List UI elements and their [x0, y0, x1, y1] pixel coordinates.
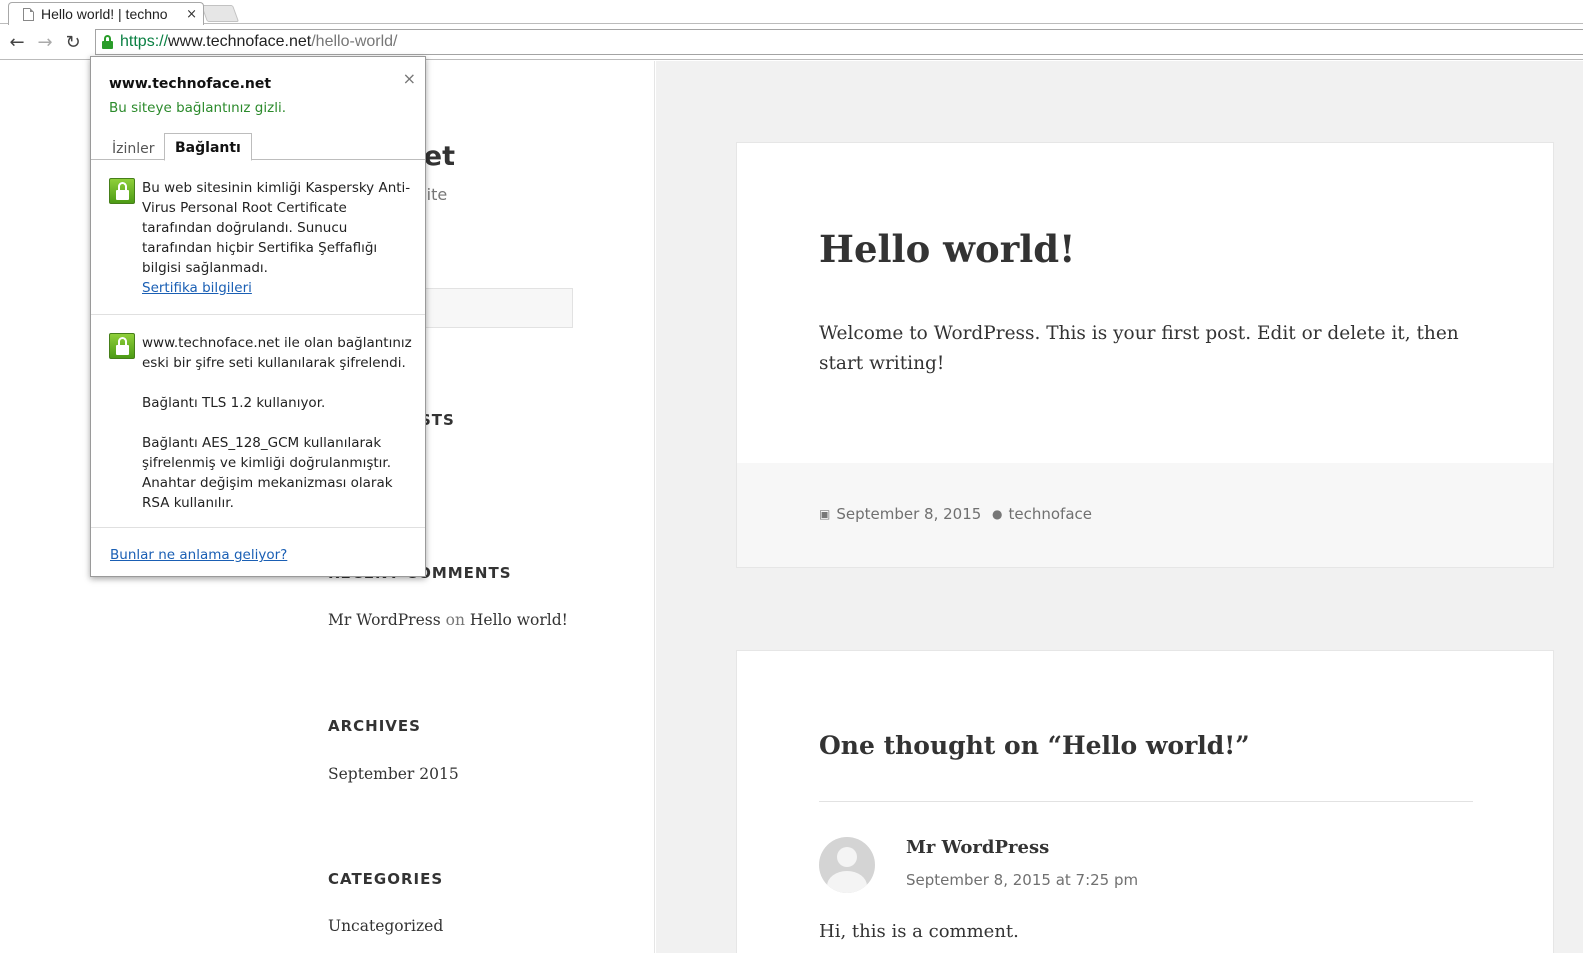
comments-title: One thought on “Hello world!”: [819, 731, 1250, 760]
page-favicon-icon: [23, 7, 34, 21]
lock-icon: [109, 333, 135, 359]
url-host: www.technoface.net: [168, 33, 312, 50]
comment-post-link[interactable]: Hello world!: [470, 611, 568, 629]
forward-button[interactable]: →: [34, 32, 56, 54]
address-bar[interactable]: https:// www.technoface.net /hello-world…: [95, 29, 1583, 55]
comment-author-link[interactable]: Mr WordPress: [328, 611, 441, 629]
browser-toolbar: ← → ↻ https:// www.technoface.net /hello…: [0, 25, 1583, 60]
tab-strip: Hello world! | techno ×: [0, 0, 1583, 25]
post-title[interactable]: Hello world!: [819, 227, 1075, 271]
divider: [819, 801, 1473, 802]
browser-tab[interactable]: Hello world! | techno ×: [8, 2, 204, 25]
tab-title: Hello world! | techno: [41, 6, 168, 22]
tab-permissions[interactable]: İzinler: [112, 141, 155, 157]
tls-text: Bağlantı TLS 1.2 kullanıyor.: [142, 395, 326, 411]
new-tab-button[interactable]: [200, 5, 240, 22]
calendar-icon: ▣: [819, 507, 831, 521]
category-link[interactable]: Uncategorized: [328, 917, 443, 935]
post-date-label: September 8, 2015: [836, 505, 982, 523]
post-card: Hello world! Welcome to WordPress. This …: [736, 142, 1554, 568]
reload-button[interactable]: ↻: [62, 32, 84, 54]
cipher-text: Bağlantı AES_128_GCM kullanılarak şifrel…: [142, 435, 393, 511]
post-footer: ▣ September 8, 2015 ● technoface: [737, 463, 1553, 567]
categories-title: CATEGORIES: [328, 870, 444, 888]
back-button[interactable]: ←: [6, 32, 28, 54]
popup-tabs: İzinler Bağlantı: [91, 133, 425, 161]
lock-icon: [109, 178, 135, 204]
user-icon: ●: [992, 507, 1003, 521]
encryption-info: www.technoface.net ile olan bağlantınız …: [142, 333, 412, 513]
url-path: /hello-world/: [311, 33, 398, 50]
tab-connection[interactable]: Bağlantı: [164, 133, 252, 161]
identity-info: Bu web sitesinin kimliği Kaspersky Anti-…: [142, 178, 412, 298]
comment-text: Hi, this is a comment.: [819, 921, 1019, 942]
comment-on-label: on: [445, 611, 465, 629]
site-info-popup: × www.technoface.net Bu siteye bağlantın…: [90, 56, 426, 577]
identity-text: Bu web sitesinin kimliği Kaspersky Anti-…: [142, 180, 411, 276]
recent-comment-item: Mr WordPress on Hello world!: [328, 611, 568, 629]
archives-title: ARCHIVES: [328, 717, 421, 735]
connection-status: Bu siteye bağlantınız gizli.: [109, 100, 286, 116]
close-icon[interactable]: ×: [403, 69, 416, 88]
secure-lock-icon[interactable]: [102, 35, 113, 49]
help-link[interactable]: Bunlar ne anlama geliyor?: [110, 547, 287, 563]
comment-author[interactable]: Mr WordPress: [906, 837, 1049, 858]
comment-date[interactable]: September 8, 2015 at 7:25 pm: [906, 871, 1138, 889]
popup-host: www.technoface.net: [109, 76, 272, 92]
tab-close-icon[interactable]: ×: [186, 7, 197, 22]
url-scheme: https://: [120, 33, 169, 50]
post-author-label: technoface: [1008, 505, 1092, 523]
comments-card: One thought on “Hello world!” Mr WordPre…: [736, 650, 1554, 953]
divider: [91, 527, 425, 528]
avatar: [819, 837, 875, 893]
encryption-text: www.technoface.net ile olan bağlantınız …: [142, 335, 412, 371]
archive-link[interactable]: September 2015: [328, 765, 459, 783]
certificate-link[interactable]: Sertifika bilgileri: [142, 280, 252, 296]
post-author[interactable]: ● technoface: [992, 505, 1092, 523]
post-date[interactable]: ▣ September 8, 2015: [819, 505, 981, 523]
divider: [91, 314, 425, 315]
post-body: Welcome to WordPress. This is your first…: [819, 323, 1459, 374]
